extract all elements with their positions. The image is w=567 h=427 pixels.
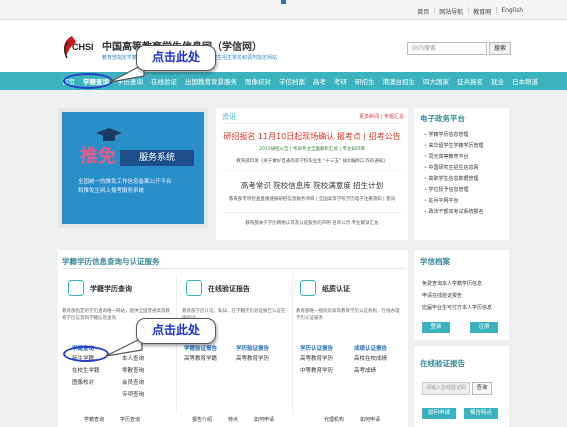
archive-line-1: 免费查询本人学籍学历信息: [422, 281, 483, 287]
verify-code-input[interactable]: 请输入在线验证码: [422, 382, 470, 395]
col2-head-2[interactable]: 学历验证报告: [236, 344, 269, 352]
eservice-item[interactable]: 学籍学历信息管理: [424, 130, 484, 141]
footer-xueli[interactable]: 学历查询: [120, 416, 140, 423]
col3-head-2[interactable]: 成绩认证报告: [354, 344, 387, 352]
nav-jiuye[interactable]: 就业: [487, 76, 508, 86]
link-xueji-report[interactable]: 高等教育学籍: [184, 354, 217, 362]
promo-banner[interactable]: 推免 服务系统 全国统一的推免工作信息备案公开平台 和推免生网上报考服务系统: [58, 108, 208, 228]
col3-head-1[interactable]: 学历认证报告: [300, 344, 333, 352]
nav-gaokao[interactable]: 高考: [309, 76, 330, 86]
verify-icon: [186, 280, 202, 296]
footer-agency[interactable]: 代理机构: [324, 416, 344, 423]
callout-tail-bottom: [105, 337, 143, 357]
eservice-item[interactable]: 高职学生信息数据管理: [424, 174, 484, 185]
link-in-school[interactable]: 在校生学籍: [72, 366, 100, 374]
login-button[interactable]: 登录: [422, 322, 450, 333]
banner-tag: 推免: [80, 146, 116, 167]
xueli-title: 学籍学历信息查询与认证服务: [62, 257, 160, 266]
graduation-cap-icon: [96, 128, 122, 141]
xueli-footer-links: 学籍查询 学历查询 报告介绍 特点 如何申请 代理机构 如何申请: [58, 416, 408, 427]
search-button[interactable]: 搜索: [489, 42, 511, 55]
site-header: CHSI 中国高等教育学生信息网（学信网） 教育部指定学籍查询与学历认证网站，全…: [0, 20, 567, 72]
link-school-grade[interactable]: 高校在校成绩: [354, 354, 387, 362]
eservice-title: 电子政务平台: [420, 114, 465, 123]
footer-report[interactable]: 报告介绍: [192, 416, 212, 423]
col3-desc: 教育部唯一授权的高等教育学历认证机构，在线办理学历认证服务: [296, 309, 400, 321]
top-link-english[interactable]: English: [501, 7, 523, 16]
page-marker: [281, 0, 286, 4]
news-heading: 资讯: [222, 113, 236, 121]
nav-gangaotai[interactable]: 港澳台招生: [379, 76, 420, 86]
link-scattered[interactable]: 零散查询: [122, 366, 144, 374]
callout-top: 点击此处: [136, 45, 216, 71]
archive-panel: 学信档案 免费查询本人学籍学历信息 申请在线验证报告 应届毕业生可付方本人学历信…: [414, 250, 509, 340]
more-news-link[interactable]: 更多新闻: [359, 114, 379, 120]
nav-image-check[interactable]: 图像校对: [241, 76, 275, 86]
news-more-links: 更多新闻 | 专题汇总: [359, 114, 404, 120]
link-special[interactable]: 专项查询: [122, 390, 144, 398]
eservice-item[interactable]: 中国研究生招生信息网: [424, 163, 484, 174]
news-subline-2[interactable]: 教育部印发《关于做好普通高等学校毕业生 “十三五” 规划编制工作的通知》: [216, 158, 408, 164]
nav-japan[interactable]: 日本频道: [508, 76, 542, 86]
col3-title[interactable]: 纸质认证: [322, 284, 350, 294]
col2-head-1[interactable]: 学籍验证报告: [184, 344, 217, 352]
top-links: 首页 | 网站导航 | 教育网 | English: [417, 7, 523, 16]
nav-kaoyan[interactable]: 考研: [330, 76, 351, 86]
eservice-item[interactable]: 同光高等教育平台: [424, 152, 484, 163]
top-link-sitemap[interactable]: 网站导航: [439, 7, 463, 16]
callout-bottom: 点击此处: [136, 318, 216, 344]
nav-archive[interactable]: 学信档案: [275, 76, 309, 86]
eservice-item[interactable]: 政法干部双考试系统报名: [424, 207, 484, 218]
search-input[interactable]: 站内搜索: [407, 42, 487, 55]
link-gaokao-score[interactable]: 高考成绩: [354, 366, 376, 374]
eservice-item[interactable]: 征兵平网平台: [424, 196, 484, 207]
footer-apply[interactable]: 如何申请: [254, 416, 274, 423]
logo-abbr: CHSI: [72, 42, 94, 52]
online-verify-panel: 在线验证报告 请输入在线验证码 查询 如何申请 报告特点: [414, 346, 509, 427]
col2-title[interactable]: 在线验证报告: [208, 284, 250, 294]
news-subline-1[interactable]: 2015研招公告 | 考研专业全面解析汇总 | 专业知识库: [216, 146, 408, 152]
footer-xueji[interactable]: 学籍查询: [84, 416, 104, 423]
nav-zhengbing[interactable]: 征兵报名: [453, 76, 487, 86]
link-member[interactable]: 会员查询: [122, 378, 144, 386]
news-subline-3[interactable]: 教育部专项检查直播速报研招信息服务项目 | 全国高等学校学历电子注册须知 | 客…: [216, 196, 408, 202]
banner-desc: 全国统一的推免工作信息备案公开平台 和推免生网上报考服务系统: [78, 179, 172, 194]
footer-apply-paper[interactable]: 如何申请: [360, 416, 380, 423]
eservice-item[interactable]: 学位授予信息管理: [424, 185, 484, 196]
top-bar: 首页 | 网站导航 | 教育网 | English: [0, 0, 567, 20]
nav-abroad[interactable]: 出国教育背景服务: [181, 76, 241, 86]
online-title: 在线验证报告: [420, 359, 465, 368]
link-mid-edu[interactable]: 中等教育学历: [300, 366, 333, 374]
how-apply-button[interactable]: 如何申请: [422, 408, 456, 419]
top-link-home[interactable]: 首页: [417, 7, 429, 16]
register-button[interactable]: 注册: [470, 322, 498, 333]
archive-line-3: 应届毕业生可付方本人学历信息: [422, 305, 493, 311]
nav-four[interactable]: 四大国家: [419, 76, 453, 86]
topics-link[interactable]: 专题汇总: [384, 114, 404, 120]
query-icon: [68, 280, 84, 296]
news-panel: 资讯 更多新闻 | 专题汇总 研招报名 11月10日起现场确认 报考点 | 招考…: [216, 108, 408, 240]
nav-yanzhao[interactable]: 研招生: [351, 76, 379, 86]
link-xueli-report[interactable]: 高等教育学历: [236, 354, 269, 362]
archive-line-2: 申请在线验证报告: [422, 293, 463, 299]
report-features-button[interactable]: 报告特点: [464, 408, 498, 419]
paper-icon: [300, 280, 316, 296]
archive-title: 学信档案: [420, 257, 450, 266]
news-headline-2[interactable]: 高考常识 院校信息库 院校满意度 招生计划: [216, 180, 408, 191]
link-higher-edu[interactable]: 高等教育学历: [300, 354, 333, 362]
news-subline-4[interactable]: 教育部关于学历网络认可及认证服务的声明 名单公示 专业解读汇总: [216, 220, 408, 226]
top-link-edu[interactable]: 教育网: [473, 7, 491, 16]
footer-feature[interactable]: 特点: [228, 416, 238, 423]
banner-tag2: 服务系统: [120, 150, 194, 166]
verify-query-button[interactable]: 查询: [472, 382, 492, 395]
eservice-panel: 电子政务平台 学籍学历信息管理 来华留学生学籍学历管理 同光高等教育平台 中国研…: [414, 108, 509, 240]
link-image-check[interactable]: 图像校对: [72, 378, 94, 386]
nav-online-verify[interactable]: 在线验证: [147, 76, 181, 86]
eservice-list: 学籍学历信息管理 来华留学生学籍学历管理 同光高等教育平台 中国研究生招生信息网…: [424, 130, 484, 218]
news-headline-1[interactable]: 研招报名 11月10日起现场确认 报考点 | 招考公告: [216, 131, 408, 142]
col1-title[interactable]: 学籍学历查询: [90, 284, 132, 294]
eservice-item[interactable]: 来华留学生学籍学历管理: [424, 141, 484, 152]
